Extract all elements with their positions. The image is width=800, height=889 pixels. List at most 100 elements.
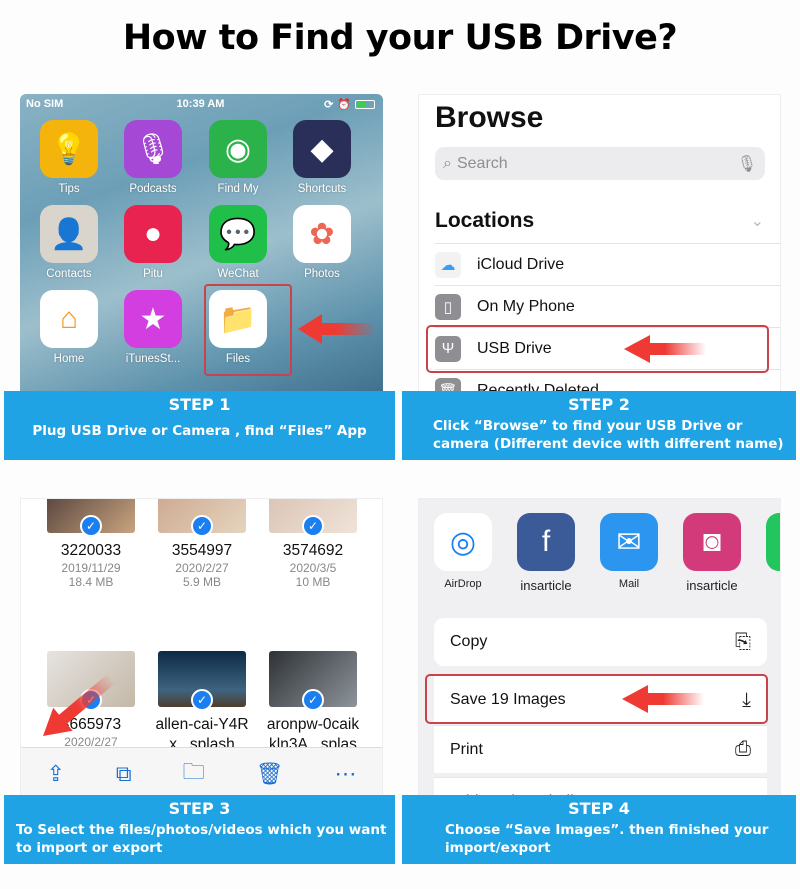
step1-home-screen: No SIM 10:39 AM ⟳ ⏰ 💡 Tips 🎙 Podcasts ◉ Find M…: [20, 94, 383, 394]
checkmark-icon[interactable]: ✓: [191, 689, 213, 711]
location-icloud-drive[interactable]: ☁ iCloud Drive: [435, 243, 780, 285]
app-itunesst[interactable]: ★ iTunesSt...: [118, 290, 188, 365]
step4-banner: STEP 4 Choose “Save Images”. then finish…: [402, 795, 796, 864]
airdrop-icon: ◎: [434, 513, 492, 571]
app-home[interactable]: ⌂ Home: [34, 290, 104, 365]
photo-item[interactable]: ✓ 3554997 2020/2/27 5.9 MB: [142, 499, 262, 589]
app-label: Shortcuts: [297, 183, 347, 195]
share-app-label: AirDrop: [444, 578, 482, 590]
share-icon[interactable]: ⇪: [46, 761, 64, 787]
files-toolbar: ⇪ ⧉ 🗀 🗑 ⋯: [21, 747, 382, 799]
step3-files-screen: ✓ 3220033 2019/11/29 18.4 MB ✓ 3554997 2020/2/…: [20, 498, 383, 800]
step-description: Plug USB Drive or Camera , find “Files” …: [32, 423, 367, 439]
checkmark-icon[interactable]: ✓: [191, 515, 213, 537]
chevron-down-icon[interactable]: ⌄: [751, 211, 764, 231]
action-copy[interactable]: Copy ⎘: [434, 618, 767, 666]
battery-icon: [355, 100, 375, 109]
share-app-label: insarticle: [686, 578, 738, 593]
lock-rotation-icon: ⟳: [324, 99, 334, 111]
share-app-label: Mail: [618, 578, 640, 590]
app-label: Contacts: [46, 268, 92, 280]
step-label: STEP 1: [168, 395, 231, 414]
share-mail[interactable]: ✉ Mail: [589, 513, 669, 590]
photo-name: 3554997: [171, 542, 233, 559]
app-wechat[interactable]: 💬 WeChat: [203, 205, 273, 280]
share-facebook[interactable]: f insarticle: [506, 513, 586, 593]
browse-title: Browse: [435, 101, 544, 134]
app-contacts[interactable]: 👤 Contacts: [34, 205, 104, 280]
app-label: Pitu: [143, 268, 163, 280]
messages-icon: [766, 513, 780, 571]
search-placeholder: Search: [456, 154, 508, 172]
duplicate-icon[interactable]: ⧉: [116, 761, 132, 787]
photos-icon: ✿: [293, 205, 351, 263]
photo-item[interactable]: ✓ allen-cai-Y4Rx...splash: [142, 651, 262, 755]
share-app-label: C W: [755, 578, 780, 590]
print-icon: ⎙: [735, 738, 751, 760]
share-instagram[interactable]: ◙ insarticle: [672, 513, 752, 593]
app-label: iTunesSt...: [125, 353, 181, 365]
step-label: STEP 2: [568, 395, 630, 414]
folder-icon[interactable]: 🗀: [183, 755, 205, 793]
phone-icon: ▯: [435, 293, 461, 320]
more-icon[interactable]: ⋯: [334, 761, 356, 787]
photo-date: 2020/2/27: [175, 561, 229, 575]
photo-size: 18.4 MB: [68, 575, 114, 589]
location-on-my-phone[interactable]: ▯ On My Phone: [435, 285, 780, 327]
step-description: To Select the files/photos/videos which …: [16, 822, 387, 856]
app-findmy[interactable]: ◉ Find My: [203, 120, 273, 195]
photo-size: 5.9 MB: [182, 575, 221, 589]
alarm-icon: ⏰: [337, 99, 351, 111]
checkmark-icon[interactable]: ✓: [80, 515, 102, 537]
microphone-icon[interactable]: 🎙: [737, 154, 757, 174]
photo-date: 2020/3/5: [289, 561, 337, 575]
step4-share-sheet: ◎ AirDrop f insarticle ✉ Mail ◙ insarticle C W C…: [418, 498, 781, 798]
step1-banner: STEP 1 Plug USB Drive or Camera , find “…: [4, 391, 395, 460]
action-print[interactable]: Print ⎙: [434, 725, 767, 773]
shortcuts-icon: ◆: [293, 120, 351, 178]
step-description: Choose “Save Images”. then finished your…: [445, 822, 769, 856]
copy-icon: ⎘: [735, 630, 751, 653]
facebook-icon: f: [517, 513, 575, 571]
star-icon: ★: [124, 290, 182, 348]
photo-thumbnail: ✓: [269, 499, 357, 537]
home-icon: ⌂: [40, 290, 98, 348]
photo-item[interactable]: ✓ 3220033 2019/11/29 18.4 MB: [31, 499, 151, 589]
checkmark-icon[interactable]: ✓: [302, 689, 324, 711]
share-airdrop[interactable]: ◎ AirDrop: [423, 513, 503, 590]
app-tips[interactable]: 💡 Tips: [34, 120, 104, 195]
pitu-icon: ●: [124, 205, 182, 263]
app-podcasts[interactable]: 🎙 Podcasts: [118, 120, 188, 195]
files-highlight: [204, 284, 292, 376]
photo-size: 10 MB: [295, 575, 331, 589]
location-label: On My Phone: [477, 297, 575, 315]
step3-banner: STEP 3 To Select the files/photos/videos…: [4, 795, 395, 864]
instagram-icon: ◙: [683, 513, 741, 571]
app-pitu[interactable]: ● Pitu: [118, 205, 188, 280]
wechat-icon: 💬: [209, 205, 267, 263]
app-label: WeChat: [217, 268, 259, 280]
time-label: 10:39 AM: [176, 98, 225, 110]
app-label: Podcasts: [129, 183, 177, 195]
locations-heading: Locations: [435, 209, 535, 232]
location-label: iCloud Drive: [477, 255, 565, 273]
photo-name: 3220033: [60, 542, 122, 559]
mail-icon: ✉: [600, 513, 658, 571]
search-input[interactable]: ⌕ Search 🎙: [435, 147, 765, 180]
photo-thumbnail: ✓: [158, 651, 246, 711]
app-photos[interactable]: ✿ Photos: [287, 205, 357, 280]
photo-name: 3574692: [282, 542, 344, 559]
lightbulb-icon: 💡: [40, 120, 98, 178]
trash-icon[interactable]: 🗑: [256, 761, 284, 787]
checkmark-icon[interactable]: ✓: [302, 515, 324, 537]
red-arrow-icon: [298, 314, 376, 344]
step-label: STEP 3: [168, 799, 231, 818]
photo-item[interactable]: ✓ 3574692 2020/3/5 10 MB: [253, 499, 373, 589]
share-messages[interactable]: C W: [755, 513, 780, 590]
app-label: Home: [53, 353, 85, 365]
photo-date: 2019/11/29: [61, 561, 121, 575]
app-shortcuts[interactable]: ◆ Shortcuts: [287, 120, 357, 195]
cloud-icon: ☁: [435, 251, 461, 278]
contacts-icon: 👤: [40, 205, 98, 263]
photo-thumbnail: ✓: [269, 651, 357, 711]
